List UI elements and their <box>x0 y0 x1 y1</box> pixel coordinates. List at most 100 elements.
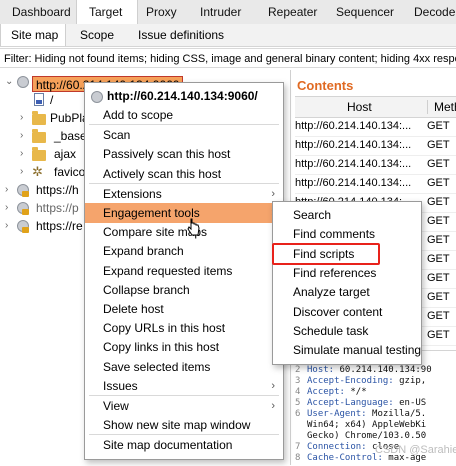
menu-item-delete-host[interactable]: Delete host <box>85 299 283 319</box>
menu-item-expand-branch[interactable]: Expand branch <box>85 241 283 261</box>
chevron-right-icon[interactable]: › <box>5 203 13 213</box>
gear-icon: ✲ <box>32 164 43 179</box>
menu-item-save-selected-items[interactable]: Save selected items <box>85 357 283 377</box>
menu-item-label: Scan <box>103 128 131 143</box>
table-row[interactable]: http://60.214.140.134:... GET <box>295 116 456 137</box>
header-value: */* <box>344 387 367 397</box>
menu-item-copy-urls-in-this-host[interactable]: Copy URLs in this host <box>85 318 283 338</box>
menu-item-extensions[interactable]: Extensions › <box>85 184 283 204</box>
menu-item-label: Copy links in this host <box>103 340 220 355</box>
context-menu-header: http://60.214.140.134:9060/ <box>91 87 258 105</box>
cell-method: GET <box>427 291 450 303</box>
submenu-item-analyze-target[interactable]: Analyze target <box>273 282 421 302</box>
menu-item-label: Expand requested items <box>103 263 233 278</box>
submenu-item-find-references[interactable]: Find references <box>273 263 421 283</box>
lock-icon <box>22 227 29 233</box>
chevron-right-icon[interactable]: › <box>20 167 28 177</box>
submenu-item-discover-content[interactable]: Discover content <box>273 302 421 322</box>
menu-item-label: Expand branch <box>103 244 184 259</box>
cell-host: http://60.214.140.134:... <box>295 139 412 151</box>
cell-method: GET <box>427 310 450 322</box>
cell-method: GET <box>427 196 450 208</box>
header-key: User-Agent: <box>307 409 367 419</box>
menu-item-label: Site map documentation <box>103 438 233 453</box>
menu-item-view[interactable]: View › <box>85 396 283 416</box>
table-row[interactable]: http://60.214.140.134:... GET <box>295 154 456 175</box>
top-tab-bar: Dashboard Target Proxy Intruder Repeater… <box>0 0 456 25</box>
filter-bar[interactable]: Filter: Hiding not found items; hiding C… <box>0 48 456 68</box>
globe-icon <box>17 76 29 88</box>
menu-item-label: Delete host <box>103 302 164 316</box>
sub-tab-bar: Site map Scope Issue definitions <box>0 24 456 47</box>
menu-item-scan[interactable]: Scan <box>85 125 283 145</box>
chevron-down-icon[interactable]: ⌄ <box>5 77 13 87</box>
chevron-right-icon[interactable]: › <box>5 221 13 231</box>
submenu-item-find-comments[interactable]: Find comments <box>273 224 421 244</box>
chevron-right-icon: › <box>271 379 275 392</box>
chevron-right-icon[interactable]: › <box>20 113 28 123</box>
menu-item-actively-scan-this-host[interactable]: Actively scan this host <box>85 164 283 184</box>
menu-item-label: Copy URLs in this host <box>103 321 226 336</box>
tab-target[interactable]: Target <box>76 0 138 24</box>
tab-decoder[interactable]: Decoder <box>414 0 456 24</box>
column-host[interactable]: Host <box>347 100 372 114</box>
menu-item-label: Add to scope <box>103 108 174 122</box>
menu-item-compare-site-maps[interactable]: Compare site maps <box>85 222 283 242</box>
contents-column-header: Host Meth <box>295 96 456 118</box>
menu-item-add-to-scope[interactable]: Add to scope <box>85 105 283 125</box>
cell-method: GET <box>427 253 450 265</box>
submenu-item-label: Simulate manual testing <box>293 343 422 358</box>
menu-item-expand-requested-items[interactable]: Expand requested items <box>85 261 283 281</box>
chevron-right-icon[interactable]: › <box>20 149 28 159</box>
chevron-right-icon[interactable]: › <box>20 131 28 141</box>
menu-item-copy-links-in-this-host[interactable]: Copy links in this host <box>85 337 283 357</box>
cell-method: GET <box>427 139 450 151</box>
table-row[interactable]: http://60.214.140.134:... GET <box>295 173 456 194</box>
tab-issue-definitions[interactable]: Issue definitions <box>138 24 228 46</box>
contents-title: Contents <box>297 78 354 93</box>
cell-host: http://60.214.140.134:... <box>295 177 412 189</box>
menu-item-label: Issues <box>103 378 138 393</box>
menu-item-engagement-tools[interactable]: Engagement tools› <box>85 203 283 223</box>
lock-icon <box>22 191 29 197</box>
tab-repeater[interactable]: Repeater <box>268 0 328 24</box>
menu-item-label: Save selected items <box>103 359 211 374</box>
menu-item-site-map-documentation[interactable]: Site map documentation <box>85 435 283 455</box>
submenu-item-simulate-manual-testing[interactable]: Simulate manual testing <box>273 340 421 360</box>
menu-item-show-new-site-map-window[interactable]: Show new site map window <box>85 415 283 435</box>
menu-item-collapse-branch[interactable]: Collapse branch <box>85 280 283 300</box>
tab-scope[interactable]: Scope <box>80 24 120 46</box>
tab-sequencer[interactable]: Sequencer <box>336 0 401 24</box>
context-menu: http://60.214.140.134:9060/ Add to scope… <box>84 82 284 460</box>
table-row[interactable]: http://60.214.140.134:... GET <box>295 135 456 156</box>
submenu-item-schedule-task[interactable]: Schedule task <box>273 321 421 341</box>
header-key: Host: <box>307 365 335 375</box>
header-key: Accept: <box>307 387 345 397</box>
chevron-right-icon[interactable]: › <box>5 185 13 195</box>
submenu-item-label: Schedule task <box>293 323 369 338</box>
cell-method: GET <box>427 329 450 341</box>
menu-item-issues[interactable]: Issues › <box>85 376 283 396</box>
header-key: Connection: <box>307 442 367 452</box>
menu-item-label: View <box>103 399 129 413</box>
submenu-item-label: Analyze target <box>293 285 370 300</box>
globe-icon <box>91 90 103 103</box>
header-key: Cache-Control: <box>307 453 383 463</box>
submenu-item-search[interactable]: Search <box>273 205 421 225</box>
menu-item-label: Engagement tools <box>103 206 200 220</box>
cell-method: GET <box>427 120 450 132</box>
cell-method: GET <box>427 158 450 170</box>
tab-dashboard[interactable]: Dashboard <box>6 0 71 24</box>
menu-item-label: Passively scan this host <box>103 147 231 162</box>
header-value: gzip, <box>393 376 427 386</box>
menu-item-label: Extensions <box>103 186 162 201</box>
cell-method: GET <box>427 177 450 189</box>
line-number: 8 <box>295 453 301 463</box>
lock-icon <box>22 209 29 215</box>
mouse-cursor-icon <box>187 218 200 236</box>
tab-intruder[interactable]: Intruder <box>200 0 250 24</box>
tab-proxy[interactable]: Proxy <box>146 0 186 24</box>
tab-site-map[interactable]: Site map <box>0 24 66 46</box>
column-method[interactable]: Meth <box>427 100 456 114</box>
menu-item-passively-scan-this-host[interactable]: Passively scan this host <box>85 144 283 164</box>
